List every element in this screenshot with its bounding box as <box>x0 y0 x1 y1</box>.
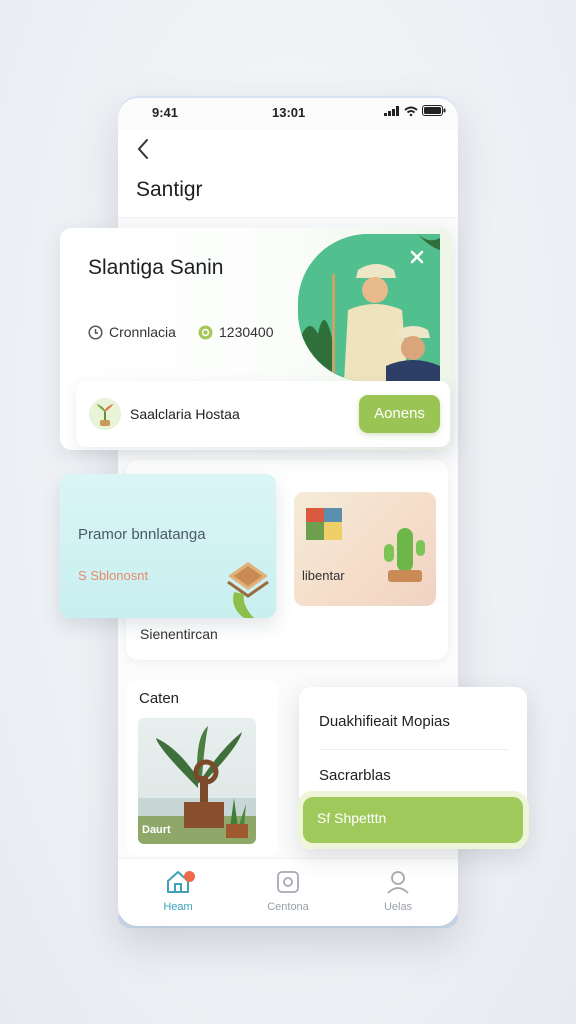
garden-image: Daurt <box>138 718 256 844</box>
stat-coins-value: 1230400 <box>219 324 274 340</box>
cactus-icon <box>384 528 425 582</box>
signal-icon <box>384 105 399 116</box>
open-button[interactable]: Aonens <box>359 395 440 433</box>
action-popup: Duakhifieait Mopias Sacrarblas Sf Shpett… <box>299 687 527 849</box>
stat-coins: 1230400 <box>198 324 274 340</box>
status-time-center: 13:01 <box>272 105 306 120</box>
promo-card[interactable]: Pramor bnnlatanga S Sblonosnt <box>60 474 276 618</box>
promo-subtitle: S Sblonosnt <box>78 568 149 583</box>
category-tile[interactable]: libentar <box>294 492 436 606</box>
category-tile-label: libentar <box>302 568 345 583</box>
popup-option-1[interactable]: Duakhifieait Mopias <box>319 713 450 730</box>
stat-time-label: Cronnlacia <box>109 324 176 340</box>
battery-icon <box>422 105 446 116</box>
leaf-box-icon <box>227 562 269 618</box>
stat-time: Cronnlacia <box>88 324 176 340</box>
garden-caption: Daurt <box>142 824 171 836</box>
notification-badge <box>184 871 195 882</box>
garden-card[interactable]: Caten Daurt <box>126 680 278 856</box>
close-icon[interactable] <box>410 248 424 269</box>
clock-icon <box>88 324 103 340</box>
tab-profile[interactable]: Uelas <box>358 869 438 913</box>
user-name: Saalclaria Hostaa <box>130 406 240 422</box>
palette-icon <box>306 508 342 540</box>
status-time-left: 9:41 <box>152 105 179 120</box>
status-bar: 9:41 13:01 <box>118 96 458 130</box>
popup-button-label: Sf Shpetttn <box>317 810 387 826</box>
promo-title: Pramor bnnlatanga <box>78 526 206 543</box>
popup-primary-button[interactable]: Sf Shpetttn <box>303 797 523 843</box>
tab-content-label: Centona <box>267 901 309 913</box>
page-title: Santigr <box>136 178 203 201</box>
plant-avatar-icon <box>90 399 120 429</box>
feature-card-label: Sienentircan <box>140 626 218 642</box>
tab-content[interactable]: Centona <box>248 869 328 913</box>
tab-home[interactable]: Heam <box>138 869 218 913</box>
garden-title: Caten <box>139 690 180 707</box>
status-icons <box>384 105 446 116</box>
popup-option-2[interactable]: Sacrarblas <box>319 767 391 784</box>
divider <box>319 749 509 750</box>
tab-profile-label: Uelas <box>383 901 413 913</box>
tab-bar: Heam Centona Uelas <box>118 858 458 926</box>
wifi-icon <box>404 106 418 116</box>
chevron-left-icon <box>137 139 148 159</box>
coin-icon <box>198 325 213 339</box>
avatar <box>89 398 121 430</box>
profile-name: Slantiga Sanin <box>88 256 224 279</box>
square-icon <box>277 871 299 893</box>
user-icon <box>387 871 409 894</box>
user-row[interactable]: Saalclaria Hostaa Aonens <box>76 381 450 447</box>
tab-home-label: Heam <box>163 901 193 913</box>
back-button[interactable] <box>136 138 150 164</box>
app-header: Santigr <box>118 130 458 218</box>
